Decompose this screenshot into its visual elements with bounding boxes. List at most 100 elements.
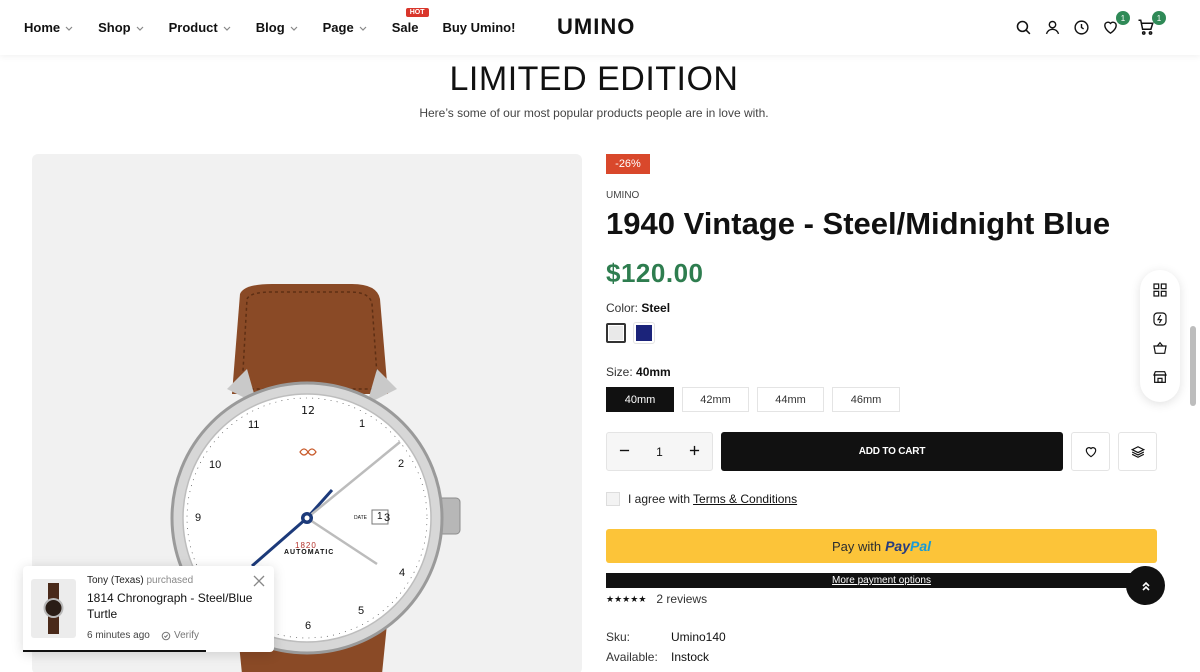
- dial-number-5: 5: [358, 605, 365, 617]
- quantity-value[interactable]: 1: [656, 445, 663, 459]
- nav-item-label: Home: [24, 20, 61, 35]
- dial-number-3: 3: [384, 512, 391, 524]
- nav-item-product[interactable]: Product: [169, 20, 232, 35]
- nav-item-label: Product: [168, 20, 218, 35]
- sku-row: Sku: Umino140: [606, 630, 726, 644]
- nav-item-home[interactable]: Home: [24, 20, 74, 35]
- nav-item-label: Blog: [255, 20, 285, 35]
- star-rating: ★★★★★: [606, 594, 646, 605]
- dial-number-6: 6: [305, 620, 312, 632]
- store-icon[interactable]: [1152, 369, 1168, 390]
- nav-item-sale[interactable]: Sale HOT: [391, 8, 429, 35]
- product-title: 1940 Vintage - Steel/Midnight Blue: [606, 206, 1111, 241]
- paypal-logo-part-2: Pal: [910, 538, 932, 554]
- add-to-wishlist-button[interactable]: [1071, 432, 1110, 471]
- color-option-label: Color: Steel: [606, 301, 670, 315]
- popup-buyer: Tony (Texas) purchased: [87, 575, 193, 586]
- paypal-logo: PayPal: [885, 538, 931, 554]
- popup-product-thumbnail[interactable]: [31, 579, 76, 638]
- dial-number-2: 2: [398, 458, 405, 470]
- user-icon[interactable]: [1042, 17, 1062, 37]
- cart-icon[interactable]: 1: [1136, 11, 1166, 37]
- nav-item-label: Shop: [98, 20, 131, 35]
- chevron-down-icon: [290, 26, 298, 31]
- compare-button[interactable]: [1118, 432, 1157, 471]
- color-swatch-steel[interactable]: [606, 323, 626, 343]
- dial-model: AUTOMATIC: [284, 549, 335, 556]
- verified-check-icon: [161, 631, 171, 640]
- size-options: 40mm 42mm 44mm 46mm: [606, 387, 908, 412]
- chevron-down-icon: [136, 26, 144, 31]
- history-icon[interactable]: [1071, 17, 1091, 37]
- heart-icon: [1085, 446, 1096, 457]
- availability-row: Available: Instock: [606, 650, 709, 664]
- size-46mm[interactable]: 46mm: [832, 387, 900, 412]
- terms-checkbox[interactable]: [606, 492, 620, 506]
- nav-item-buy-umino[interactable]: Buy Umino!: [442, 20, 515, 35]
- main-nav: Home Shop Product Blog Page Sale HOT Buy Umino!: [24, 0, 539, 55]
- size-44mm[interactable]: 44mm: [757, 387, 824, 412]
- terms-row: I agree with Terms & Conditions: [606, 492, 797, 506]
- popup-watch-image: [43, 583, 64, 634]
- minus-icon[interactable]: [619, 445, 630, 459]
- back-to-top-button[interactable]: [1126, 566, 1165, 605]
- dial-number-1: 1: [359, 418, 366, 430]
- chevron-down-icon: [359, 26, 367, 31]
- star-icon: ★: [638, 593, 647, 604]
- section-subtitle: Here’s some of our most popular products…: [419, 106, 769, 120]
- terms-text: I agree with: [628, 492, 691, 506]
- basket-icon[interactable]: [1152, 340, 1168, 361]
- reviews-link[interactable]: 2 reviews: [656, 592, 707, 606]
- color-swatch-midnight-blue[interactable]: [634, 323, 654, 343]
- nav-item-blog[interactable]: Blog: [256, 20, 299, 35]
- buyer-action: purchased: [146, 575, 194, 586]
- discount-badge: -26%: [606, 154, 650, 174]
- bolt-icon[interactable]: [1152, 311, 1168, 332]
- layers-icon: [1130, 445, 1145, 458]
- wishlist-icon[interactable]: 1: [1100, 11, 1130, 37]
- quantity-stepper: 1: [606, 432, 713, 471]
- dial-date-value: 1: [377, 511, 383, 522]
- paypal-button[interactable]: Pay with PayPal: [606, 529, 1157, 563]
- close-icon[interactable]: [253, 574, 265, 587]
- paypal-logo-part-1: Pay: [885, 538, 911, 554]
- grid-icon[interactable]: [1152, 282, 1168, 303]
- nav-item-label: Page: [322, 20, 354, 35]
- verify-label: Verify: [174, 630, 200, 641]
- side-toolbar: [1140, 270, 1180, 402]
- popup-time: 6 minutes ago: [87, 630, 150, 641]
- sku-label: Sku:: [606, 630, 631, 644]
- dial-number-10: 10: [209, 459, 222, 471]
- size-40mm[interactable]: 40mm: [606, 387, 674, 412]
- available-label: Available:: [606, 650, 658, 664]
- header-icons: 1 1: [1004, 11, 1166, 37]
- search-icon[interactable]: [1013, 17, 1033, 37]
- nav-item-page[interactable]: Page: [323, 20, 368, 35]
- star-icon: ★: [614, 593, 623, 604]
- recent-purchase-popup[interactable]: Tony (Texas) purchased 1814 Chronograph …: [23, 566, 274, 652]
- more-payment-options-link[interactable]: More payment options: [606, 573, 1157, 588]
- product-price: $120.00: [606, 258, 704, 288]
- cart-count-badge: 1: [1152, 11, 1166, 25]
- terms-link[interactable]: Terms & Conditions: [693, 492, 797, 506]
- section-title: LIMITED EDITION: [449, 60, 739, 98]
- chevrons-up-icon: [1141, 581, 1150, 591]
- site-header: Home Shop Product Blog Page Sale HOT Buy Umino!…: [0, 0, 1200, 55]
- dial-number-4: 4: [399, 567, 406, 579]
- popup-product-name[interactable]: 1814 Chronograph - Steel/Blue Turtle: [87, 590, 257, 622]
- chevron-down-icon: [65, 26, 73, 31]
- nav-item-label: Sale: [391, 20, 419, 35]
- plus-icon[interactable]: [689, 445, 700, 459]
- popup-verify: Verify: [161, 630, 199, 641]
- size-option-label: Size: 40mm: [606, 365, 671, 379]
- dial-number-12: 12: [301, 404, 315, 417]
- product-vendor[interactable]: UMINO: [606, 190, 639, 201]
- dial-number-11: 11: [248, 419, 260, 431]
- size-42mm[interactable]: 42mm: [682, 387, 749, 412]
- page-scrollbar[interactable]: [1190, 326, 1196, 406]
- sku-value: Umino140: [671, 630, 726, 644]
- add-to-cart-button[interactable]: ADD TO CART: [721, 432, 1063, 471]
- site-logo[interactable]: UMINO: [557, 14, 635, 40]
- paypal-prefix: Pay with: [831, 538, 882, 554]
- nav-item-shop[interactable]: Shop: [98, 20, 145, 35]
